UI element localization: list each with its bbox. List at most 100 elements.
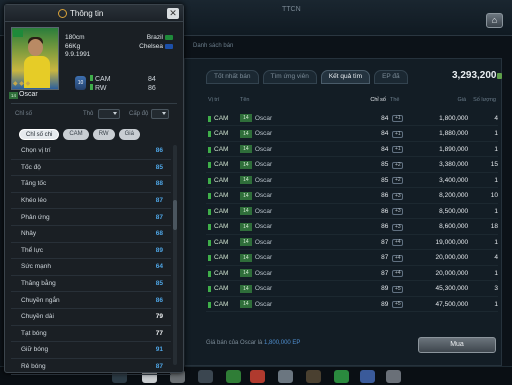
attribute-value: 87: [155, 363, 163, 371]
taskbar-icon-7[interactable]: [278, 370, 293, 383]
attribute-row: Rê bóng 87: [11, 359, 171, 376]
tab-find-candidate[interactable]: Tìm ứng viên: [262, 70, 317, 84]
row-level: +3: [392, 207, 422, 215]
taskbar-icon-8[interactable]: [306, 370, 321, 383]
taskbar-icon-10[interactable]: [360, 370, 375, 383]
col-price[interactable]: Giá: [420, 97, 466, 108]
taskbar-icon-5[interactable]: [226, 370, 241, 383]
position-values: 84 86: [148, 75, 156, 93]
table-row[interactable]: CAM 14 Oscar 89 +5 47,500,000 1: [206, 297, 498, 312]
price-footer: Giá bán của Oscar là 1,800,000 EP: [206, 340, 301, 346]
row-quantity: 1: [494, 207, 498, 215]
row-ovr: 87: [381, 238, 389, 246]
row-level: +5: [392, 285, 422, 293]
flag-icon: [13, 30, 23, 37]
row-ovr: 86: [381, 192, 389, 199]
attribute-row: Giữ bóng 91: [11, 342, 171, 359]
divider: [11, 103, 177, 104]
attribute-name: Khéo léo: [21, 197, 47, 205]
row-position: CAM: [206, 115, 240, 122]
attribute-value: 85: [155, 280, 163, 288]
season-badge: 14: [9, 92, 18, 99]
tab-detail-stats[interactable]: Chỉ số chi: [19, 129, 60, 140]
table-row[interactable]: CAM 14 Oscar 86 +3 8,500,000 1: [206, 204, 498, 219]
position-1-value: 84: [148, 76, 156, 83]
scrollbar-thumb[interactable]: [173, 200, 177, 230]
attribute-row: Thăng bằng 85: [11, 276, 171, 293]
tab-search-results[interactable]: Kết quả tìm: [320, 70, 371, 84]
row-season-badge: 14: [239, 238, 252, 246]
row-player-name: Oscar: [254, 145, 273, 153]
row-level: +3: [392, 223, 422, 231]
attribute-row: Sức mạnh 64: [11, 259, 171, 276]
taskbar-icon-6[interactable]: [250, 370, 265, 383]
player-nation: Brazil: [146, 34, 163, 41]
player-info-panel: Thông tin ✕ ◆ ◆ ◆ 14 Oscar 180cm 66Kg 9.…: [4, 4, 184, 376]
position-2-value: 86: [148, 85, 156, 92]
tab-price[interactable]: Giá: [118, 129, 140, 140]
row-price: 20,000,000: [435, 269, 469, 277]
attribute-name: Chuyền ngắn: [21, 296, 60, 304]
row-season-badge: 14: [239, 207, 252, 215]
table-row[interactable]: CAM 14 Oscar 89 +5 45,300,000 3: [206, 282, 498, 297]
row-level: +4: [392, 254, 422, 262]
attribute-row: Nhảy 68: [11, 226, 171, 243]
attribute-name: Thể lực: [21, 246, 44, 254]
tab-best-sell[interactable]: Tốt nhất bán: [206, 70, 259, 84]
row-ovr: 84: [381, 145, 389, 153]
table-row[interactable]: CAM 14 Oscar 84 +1 1,880,000 1: [206, 127, 498, 142]
row-season-badge: 14: [239, 176, 252, 184]
close-button[interactable]: ✕: [167, 8, 179, 19]
ep-coin-icon: [497, 73, 502, 79]
col-qty[interactable]: Số lượng: [466, 97, 496, 108]
row-player-name: Oscar: [254, 207, 273, 215]
row-level: +4: [392, 238, 422, 246]
tab-ep[interactable]: EP đã: [374, 70, 408, 84]
row-price: 47,500,000: [435, 300, 469, 308]
row-price: 45,300,000: [435, 285, 469, 292]
tab-cam[interactable]: CAM: [63, 129, 89, 140]
row-quantity: 3: [494, 285, 498, 292]
row-position: CAM: [206, 254, 240, 261]
taskbar-icon-11[interactable]: [386, 370, 401, 383]
taskbar-icon-4[interactable]: [198, 370, 213, 383]
buy-button[interactable]: Mua: [418, 337, 496, 353]
attribute-name: Sức mạnh: [21, 263, 52, 271]
table-row[interactable]: CAM 14 Oscar 84 +1 1,890,000 1: [206, 142, 498, 157]
row-ovr: 89: [381, 285, 389, 292]
home-button[interactable]: ⌂: [486, 13, 503, 28]
level-dropdown[interactable]: [151, 109, 169, 119]
row-price: 3,380,000: [439, 161, 469, 168]
player-name: Oscar: [19, 91, 38, 98]
row-level: +2: [392, 161, 422, 169]
col-ovr[interactable]: Chỉ số: [346, 97, 390, 108]
window-title: TTCN: [282, 6, 301, 13]
attribute-row: Khéo léo 87: [11, 193, 171, 210]
scrollbar-track[interactable]: [173, 145, 177, 365]
ep-balance: 3,293,200: [452, 70, 497, 81]
attribute-value: 85: [155, 163, 163, 171]
tab-rw[interactable]: RW: [92, 129, 115, 140]
attribute-list: Chọn vị trí 86 Tốc độ 85 Tăng tốc 88 Khéo léo 8…: [11, 143, 171, 376]
taskbar-icon-9[interactable]: [334, 370, 349, 383]
col-card[interactable]: Thẻ: [390, 97, 420, 108]
row-season-badge: 14: [239, 129, 252, 138]
col-name[interactable]: Tên: [240, 97, 346, 108]
row-player-name: Oscar: [254, 285, 273, 292]
row-quantity: 1: [494, 238, 498, 246]
table-row[interactable]: CAM 14 Oscar 84 +1 1,800,000 4: [206, 111, 498, 126]
row-quantity: 10: [490, 192, 498, 199]
tho-dropdown[interactable]: [98, 109, 120, 119]
row-player-name: Oscar: [254, 238, 273, 246]
col-position[interactable]: Vị trí: [206, 97, 240, 108]
row-position: CAM: [206, 161, 240, 168]
table-row[interactable]: CAM 14 Oscar 87 +4 20,000,000 1: [206, 266, 498, 281]
attribute-row: Chuyền ngắn 86: [11, 292, 171, 309]
table-row[interactable]: CAM 14 Oscar 85 +2 3,400,000 1: [206, 173, 498, 188]
row-season-badge: 14: [239, 284, 252, 293]
table-row[interactable]: CAM 14 Oscar 86 +3 8,600,000 18: [206, 220, 498, 235]
table-row[interactable]: CAM 14 Oscar 87 +4 20,000,000 4: [206, 251, 498, 266]
table-row[interactable]: CAM 14 Oscar 87 +4 19,000,000 1: [206, 235, 498, 250]
table-row[interactable]: CAM 14 Oscar 85 +2 3,380,000 15: [206, 158, 498, 173]
table-row[interactable]: CAM 14 Oscar 86 +3 8,200,000 10: [206, 189, 498, 204]
